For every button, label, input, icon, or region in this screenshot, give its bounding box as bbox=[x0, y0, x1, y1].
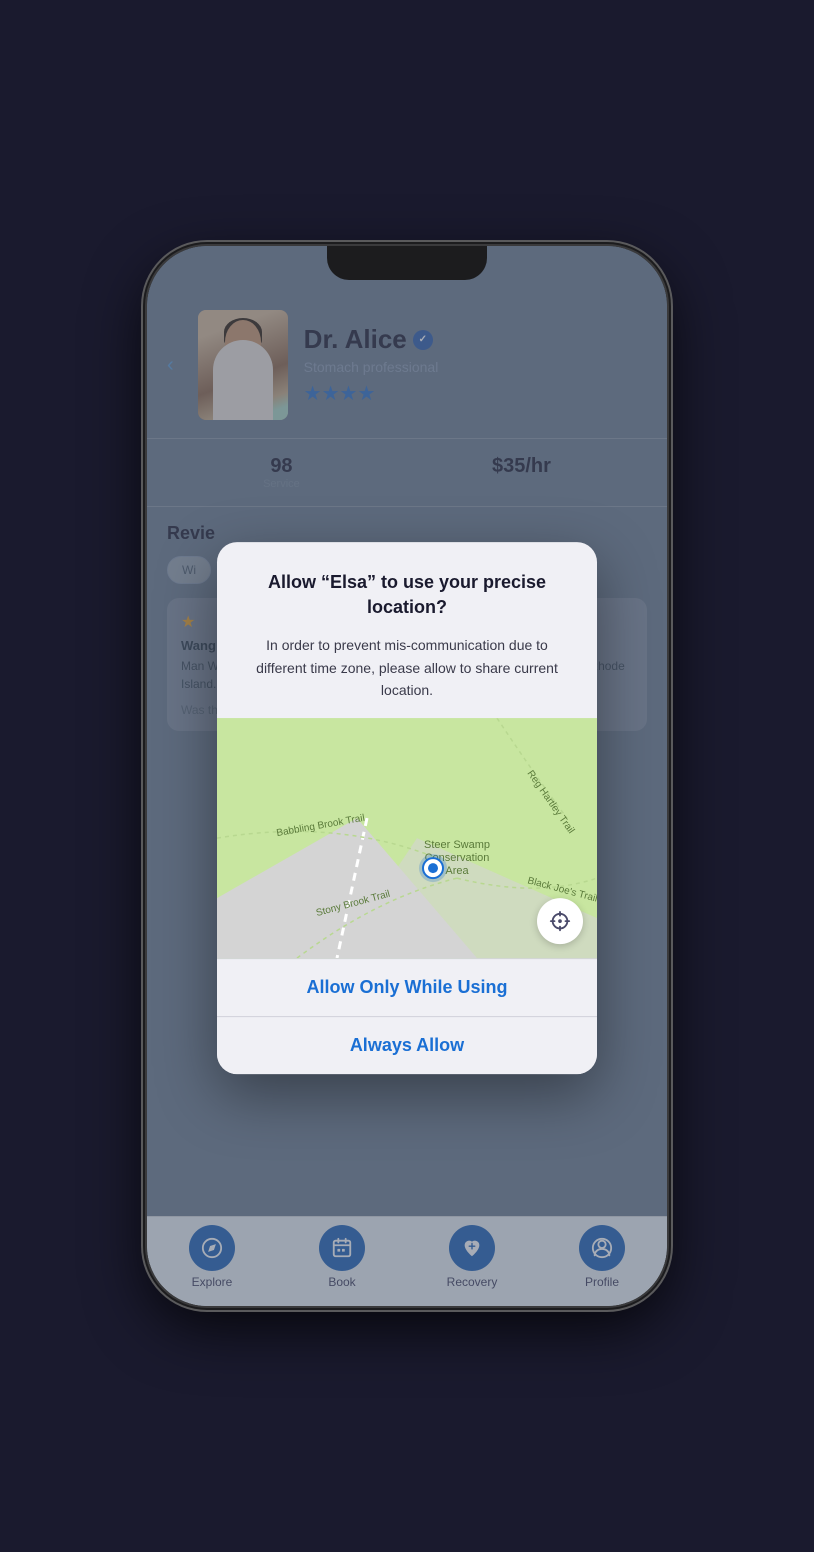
svg-text:Area: Area bbox=[445, 865, 469, 877]
map-view: Reg Hartley Trail Babbling Brook Trail S… bbox=[217, 718, 597, 958]
modal-actions: Allow Only While Using Always Allow bbox=[217, 958, 597, 1074]
screen: ‹ Dr. Alice ✓ Stomach professi bbox=[147, 246, 667, 1306]
modal-body-text: In order to prevent mis-communication du… bbox=[241, 634, 573, 701]
always-allow-button[interactable]: Always Allow bbox=[217, 1016, 597, 1074]
svg-text:Steer Swamp: Steer Swamp bbox=[424, 839, 490, 851]
allow-while-using-button[interactable]: Allow Only While Using bbox=[217, 958, 597, 1016]
modal-text-area: Allow “Elsa” to use your precise locatio… bbox=[217, 542, 597, 702]
location-permission-modal: Allow “Elsa” to use your precise locatio… bbox=[217, 542, 597, 1074]
notch bbox=[327, 246, 487, 280]
phone-body: ‹ Dr. Alice ✓ Stomach professi bbox=[147, 246, 667, 1306]
phone-frame: ‹ Dr. Alice ✓ Stomach professi bbox=[0, 0, 814, 1552]
location-center-button[interactable] bbox=[537, 898, 583, 944]
modal-title: Allow “Elsa” to use your precise locatio… bbox=[241, 570, 573, 620]
